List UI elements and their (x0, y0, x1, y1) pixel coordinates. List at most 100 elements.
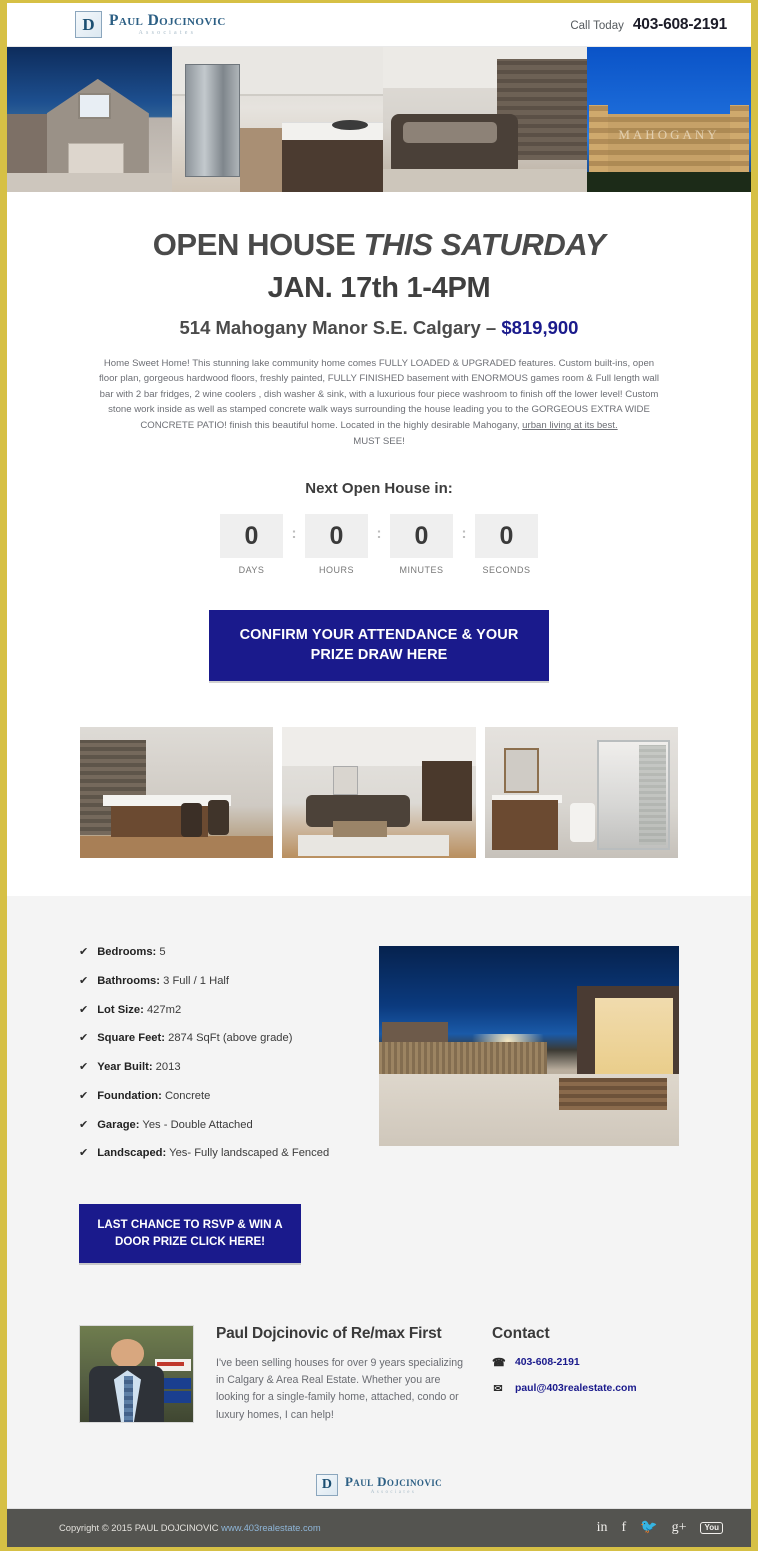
brand-logo[interactable]: D Paul Dojcinovic Associates (75, 11, 226, 38)
countdown-value-hours: 0 (305, 514, 368, 558)
feature-value: 3 Full / 1 Half (163, 974, 230, 987)
feature-value: 2874 SqFt (above grade) (168, 1032, 293, 1045)
mahogany-sign-text: MAHOGANY (618, 126, 720, 142)
countdown-unit-days: 0 DAYS (220, 514, 283, 575)
brand-logo-text: Paul Dojcinovic Associates (109, 13, 226, 37)
check-icon: ✔ (79, 1147, 89, 1160)
secondary-cta-container: LAST CHANCE TO RSVP & WIN A DOOR PRIZE C… (79, 1204, 679, 1264)
footer-logo-bar: D Paul Dojcinovic Associates (7, 1463, 751, 1509)
contact-email-address[interactable]: paul@403realestate.com (515, 1383, 637, 1394)
countdown-label-hours: HOURS (318, 565, 354, 575)
property-price: $819,900 (501, 316, 579, 338)
countdown-unit-seconds: 0 SECONDS (475, 514, 538, 575)
feature-label: Year Built: (97, 1061, 153, 1074)
agent-photo (79, 1325, 194, 1424)
gallery-image-bathroom[interactable] (484, 727, 678, 859)
headline-address-price: 514 Mahogany Manor S.E. Calgary – $819,9… (7, 317, 751, 339)
feature-item-landscaped: ✔ Landscaped: Yes- Fully landscaped & Fe… (79, 1147, 369, 1161)
property-address: 514 Mahogany Manor S.E. Calgary – (179, 316, 502, 338)
last-chance-rsvp-button[interactable]: LAST CHANCE TO RSVP & WIN A DOOR PRIZE C… (79, 1204, 301, 1264)
page-title: OPEN HOUSE THIS SATURDAY (7, 226, 751, 264)
contact-email-row[interactable]: ✉ paul@403realestate.com (492, 1382, 679, 1395)
countdown-title: Next Open House in: (305, 480, 453, 497)
feature-label: Landscaped: (97, 1147, 167, 1160)
feature-item-foundation: ✔ Foundation: Concrete (79, 1090, 369, 1104)
twitter-icon[interactable]: 🐦 (640, 1520, 657, 1535)
agent-row: Paul Dojcinovic of Re/max First I've bee… (79, 1325, 679, 1424)
countdown-label-seconds: SECONDS (482, 565, 531, 575)
agent-name: Paul Dojcinovic of Re/max First (216, 1325, 442, 1343)
hero-image-strip: MAHOGANY (7, 47, 751, 192)
brand-name: Paul Dojcinovic (109, 11, 226, 29)
feature-item-bedrooms: ✔ Bedrooms: 5 (79, 946, 369, 960)
copyright-label: Copyright © 2015 PAUL DOJCINOVIC (59, 1522, 222, 1534)
feature-value: 5 (159, 946, 166, 959)
headline-date-time: JAN. 17th 1-4PM (267, 271, 491, 304)
googleplus-icon[interactable]: g+ (672, 1520, 687, 1535)
copyright-text: Copyright © 2015 PAUL DOJCINOVIC www.403… (59, 1522, 321, 1533)
hero-image-kitchen (172, 47, 383, 192)
call-today-label: Call Today (570, 19, 624, 32)
property-description: Home Sweet Home! This stunning lake comm… (97, 356, 662, 450)
agent-section: Paul Dojcinovic of Re/max First I've bee… (7, 1325, 751, 1464)
youtube-icon[interactable]: You (700, 1521, 723, 1534)
contact-column: Contact ☎ 403-608-2191 ✉ paul@403realest… (492, 1325, 679, 1424)
feature-label: Foundation: (97, 1089, 162, 1102)
header-phone: Call Today 403-608-2191 (570, 16, 727, 34)
brand-tagline: Associates (138, 30, 197, 37)
feature-item-year-built: ✔ Year Built: 2013 (79, 1061, 369, 1075)
countdown-value-minutes: 0 (390, 514, 453, 558)
feature-value: Yes- Fully landscaped & Fenced (169, 1147, 330, 1160)
feature-item-garage: ✔ Garage: Yes - Double Attached (79, 1119, 369, 1133)
gallery-image-living-room[interactable] (282, 727, 476, 859)
check-icon: ✔ (79, 1089, 89, 1102)
feature-label: Bedrooms: (97, 946, 157, 959)
social-links: in f 🐦 g+ You (597, 1520, 723, 1535)
feature-item-bathrooms: ✔ Bathrooms: 3 Full / 1 Half (79, 975, 369, 989)
logo-monogram-icon: D (75, 11, 102, 38)
site-footer: Copyright © 2015 PAUL DOJCINOVIC www.403… (7, 1508, 751, 1547)
confirm-attendance-button[interactable]: CONFIRM YOUR ATTENDANCE & YOUR PRIZE DRA… (209, 610, 549, 682)
countdown-unit-minutes: 0 MINUTES (390, 514, 453, 575)
feature-value: Yes - Double Attached (142, 1118, 253, 1131)
photo-gallery (80, 727, 678, 859)
footer-brand-logo-text: Paul Dojcinovic Associates (345, 1475, 442, 1495)
details-row: ✔ Bedrooms: 5 ✔ Bathrooms: 3 Full / 1 Ha… (79, 940, 679, 1176)
countdown-value-days: 0 (220, 514, 283, 558)
feature-value: Concrete (164, 1089, 211, 1102)
countdown-timer: 0 DAYS : 0 HOURS : 0 MINUTES : 0 SECONDS (7, 514, 751, 575)
footer-brand-tagline: Associates (370, 1489, 417, 1495)
contact-phone-row[interactable]: ☎ 403-608-2191 (492, 1356, 679, 1369)
feature-item-lot-size: ✔ Lot Size: 427m2 (79, 1004, 369, 1018)
hero-image-mahogany-sign: MAHOGANY (587, 47, 751, 192)
headline-section: OPEN HOUSE THIS SATURDAY JAN. 17th 1-4PM… (7, 192, 751, 859)
gallery-image-bar[interactable] (80, 727, 274, 859)
primary-cta-container: CONFIRM YOUR ATTENDANCE & YOUR PRIZE DRA… (7, 610, 751, 682)
property-feature-image (379, 946, 679, 1147)
contact-phone-number[interactable]: 403-608-2191 (515, 1357, 580, 1368)
countdown-section: Next Open House in: 0 DAYS : 0 HOURS : 0… (7, 480, 751, 575)
feature-value: 427m2 (146, 1003, 182, 1016)
must-see-text: MUST SEE! (353, 436, 405, 448)
property-details-section: ✔ Bedrooms: 5 ✔ Bathrooms: 3 Full / 1 Ha… (7, 896, 751, 1326)
countdown-label-minutes: MINUTES (399, 565, 444, 575)
contact-title: Contact (491, 1325, 550, 1343)
header-phone-number[interactable]: 403-608-2191 (633, 16, 727, 34)
features-list: ✔ Bedrooms: 5 ✔ Bathrooms: 3 Full / 1 Ha… (79, 940, 369, 1176)
countdown-separator: : (461, 525, 467, 542)
check-icon: ✔ (79, 1118, 89, 1131)
feature-value: 2013 (155, 1061, 181, 1074)
countdown-label-days: DAYS (238, 565, 265, 575)
linkedin-icon[interactable]: in (597, 1520, 608, 1535)
countdown-separator: : (291, 525, 297, 542)
facebook-icon[interactable]: f (621, 1520, 626, 1535)
countdown-unit-hours: 0 HOURS (305, 514, 368, 575)
hero-image-living-room (383, 47, 587, 192)
feature-label: Bathrooms: (97, 974, 160, 987)
footer-website-link[interactable]: www.403realestate.com (221, 1522, 321, 1533)
headline-open-house: OPEN HOUSE (152, 227, 364, 262)
feature-item-square-feet: ✔ Square Feet: 2874 SqFt (above grade) (79, 1032, 369, 1046)
check-icon: ✔ (79, 1061, 89, 1074)
countdown-value-seconds: 0 (475, 514, 538, 558)
hero-image-exterior (7, 47, 172, 192)
